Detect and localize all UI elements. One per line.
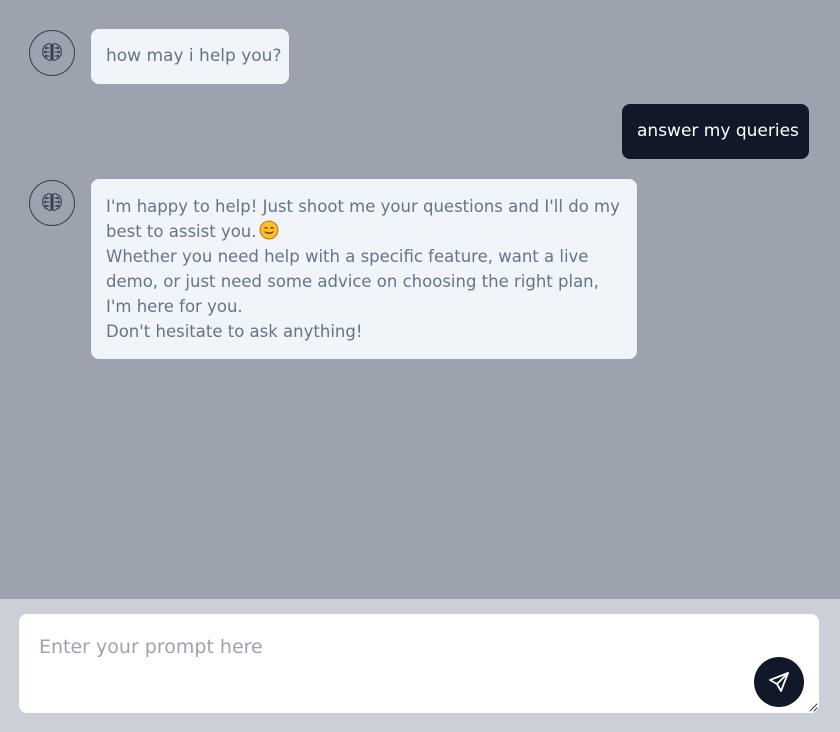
composer-bar	[0, 599, 840, 732]
bot-message: how may i help you?	[91, 29, 289, 84]
user-message: answer my queries	[622, 104, 809, 159]
send-button[interactable]	[754, 657, 804, 707]
resize-handle-icon[interactable]	[808, 702, 818, 712]
bot-message-line: Don't hesitate to ask anything!	[106, 322, 363, 341]
bot-message: I'm happy to help! Just shoot me your qu…	[91, 179, 637, 359]
prompt-box	[19, 614, 819, 713]
bot-message-line: best to assist you.	[106, 222, 257, 241]
send-icon	[769, 672, 789, 692]
chat-messages-area[interactable]: how may i help you? answer my queries I'…	[0, 0, 840, 599]
user-message-text: answer my queries	[637, 121, 799, 141]
bot-message-line-with-emoji: best to assist you.	[106, 219, 622, 244]
chat-app: how may i help you? answer my queries I'…	[0, 0, 840, 732]
brain-icon	[41, 43, 63, 61]
bot-message-line: I'm here for you.	[106, 297, 243, 316]
bot-avatar	[29, 180, 75, 226]
bot-message-text: how may i help you?	[106, 46, 282, 66]
smiling-face-emoji	[259, 220, 278, 240]
bot-avatar	[29, 30, 75, 76]
brain-icon	[41, 193, 63, 211]
bot-message-line: demo, or just need some advice on choosi…	[106, 272, 599, 291]
prompt-input[interactable]	[19, 614, 739, 713]
bot-message-line: Whether you need help with a specific fe…	[106, 247, 589, 266]
bot-message-line: I'm happy to help! Just shoot me your qu…	[106, 197, 620, 216]
